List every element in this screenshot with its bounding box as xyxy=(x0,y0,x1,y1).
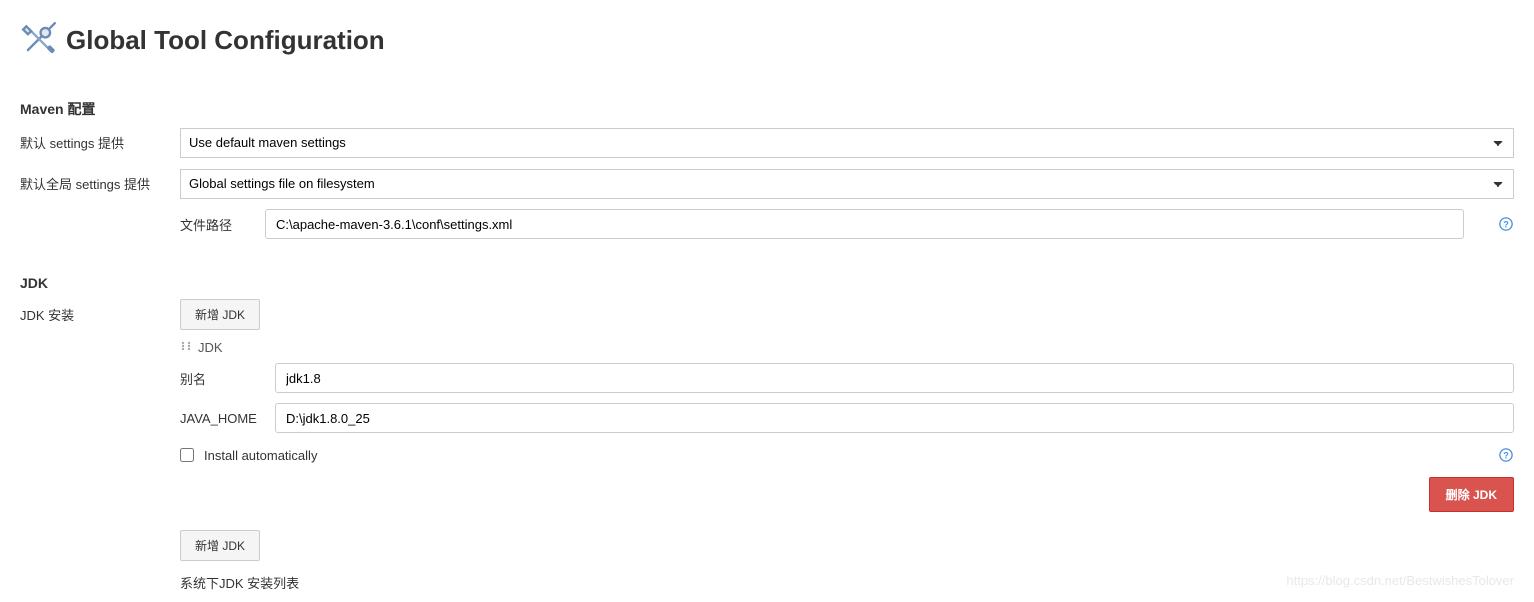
svg-text:?: ? xyxy=(1503,451,1508,461)
add-jdk-button-top[interactable]: 新增 JDK xyxy=(180,299,260,330)
jdk-entry-title: JDK xyxy=(198,340,223,355)
jdk-javahome-input[interactable] xyxy=(275,403,1514,433)
install-auto-checkbox[interactable] xyxy=(180,448,194,462)
jdk-javahome-row: JAVA_HOME xyxy=(180,403,1514,433)
jdk-entry-block: JDK 别名 JAVA_HOME Install automatically ?… xyxy=(180,340,1514,592)
jdk-alias-row: 别名 xyxy=(180,363,1514,393)
maven-file-path-input[interactable] xyxy=(265,209,1464,239)
delete-jdk-button[interactable]: 删除 JDK xyxy=(1429,477,1514,512)
tools-icon xyxy=(20,20,58,61)
jdk-install-label: JDK 安装 xyxy=(20,299,180,330)
jdk-section-title: JDK xyxy=(20,267,1514,299)
maven-file-path-label: 文件路径 xyxy=(180,215,255,234)
jdk-alias-label: 别名 xyxy=(180,369,275,388)
maven-section-title: Maven 配置 xyxy=(20,91,1514,127)
jdk-entry-header: JDK xyxy=(180,340,1514,355)
install-auto-label: Install automatically xyxy=(204,448,317,463)
help-icon[interactable]: ? xyxy=(1498,447,1514,463)
help-icon[interactable]: ? xyxy=(1498,216,1514,232)
jdk-footer-note: 系统下JDK 安装列表 xyxy=(180,573,1514,592)
jdk-install-row: JDK 安装 新增 JDK xyxy=(20,299,1514,330)
maven-default-settings-select[interactable]: Use default maven settings xyxy=(180,128,1514,158)
svg-text:?: ? xyxy=(1503,220,1508,230)
maven-global-settings-select[interactable]: Global settings file on filesystem xyxy=(180,169,1514,199)
maven-default-settings-label: 默认 settings 提供 xyxy=(20,127,180,158)
maven-global-settings-label: 默认全局 settings 提供 xyxy=(20,168,180,199)
install-auto-row: Install automatically ? xyxy=(180,447,1514,463)
maven-global-settings-row: 默认全局 settings 提供 Global settings file on… xyxy=(20,168,1514,199)
page-title: Global Tool Configuration xyxy=(66,25,385,56)
jdk-alias-input[interactable] xyxy=(275,363,1514,393)
jdk-javahome-label: JAVA_HOME xyxy=(180,411,275,426)
drag-handle-icon[interactable] xyxy=(180,340,192,355)
maven-default-settings-row: 默认 settings 提供 Use default maven setting… xyxy=(20,127,1514,158)
maven-file-path-row: 文件路径 ? xyxy=(180,209,1514,239)
delete-jdk-row: 删除 JDK xyxy=(180,477,1514,512)
page-header: Global Tool Configuration xyxy=(20,20,1514,61)
add-jdk-button-bottom[interactable]: 新增 JDK xyxy=(180,530,260,561)
